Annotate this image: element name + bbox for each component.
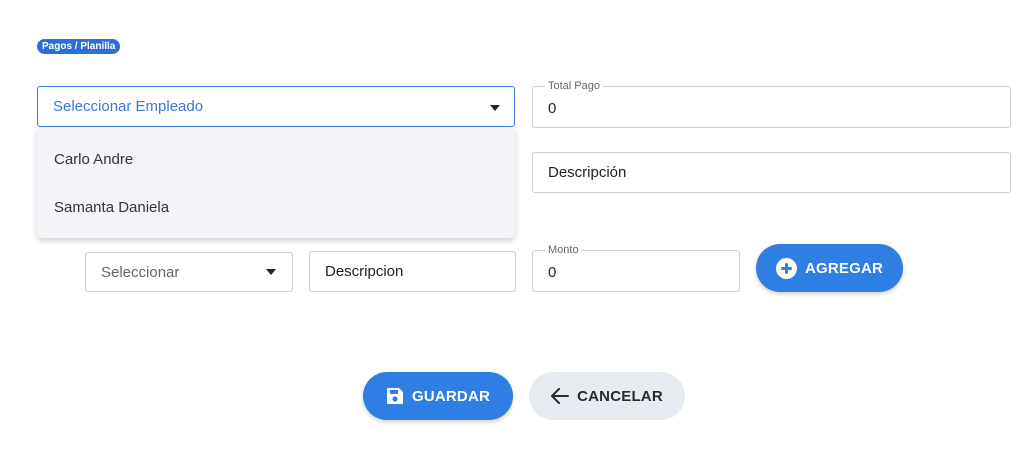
employee-option-carlo[interactable]: Carlo Andre <box>54 151 133 168</box>
line-descripcion-placeholder: Descripcion <box>325 263 404 280</box>
chevron-down-icon <box>490 105 500 111</box>
employee-dropdown-menu: Carlo Andre Samanta Daniela <box>37 127 515 238</box>
save-label: GUARDAR <box>411 387 491 405</box>
chevron-down-icon <box>266 269 276 275</box>
cancel-label: CANCELAR <box>577 387 663 405</box>
line-descripcion-input[interactable]: Descripcion <box>309 251 516 292</box>
type-select[interactable]: Seleccionar <box>85 252 293 292</box>
save-icon <box>386 387 404 405</box>
monto-input[interactable]: Monto 0 <box>532 243 740 292</box>
total-pago-value: 0 <box>548 100 557 117</box>
total-pago-field[interactable]: Total Pago 0 <box>532 79 1011 128</box>
employee-select-placeholder: Seleccionar Empleado <box>53 98 204 115</box>
arrow-left-icon <box>551 388 570 404</box>
breadcrumb[interactable]: Pagos / Planilla <box>37 39 121 54</box>
monto-value: 0 <box>548 264 557 281</box>
plus-circle-icon <box>775 257 797 279</box>
type-select-placeholder: Seleccionar <box>101 264 180 281</box>
descripcion-field[interactable]: Descripción <box>532 152 1011 193</box>
cancel-button[interactable]: CANCELAR <box>529 372 685 420</box>
total-pago-label: Total Pago <box>545 79 603 93</box>
employee-select[interactable]: Seleccionar Empleado <box>37 86 515 127</box>
employee-option-samanta[interactable]: Samanta Daniela <box>54 199 169 216</box>
agregar-label: AGREGAR <box>804 259 884 277</box>
save-button[interactable]: GUARDAR <box>363 372 513 420</box>
monto-label: Monto <box>545 243 582 257</box>
descripcion-placeholder: Descripción <box>548 164 627 181</box>
agregar-button[interactable]: AGREGAR <box>756 244 903 292</box>
